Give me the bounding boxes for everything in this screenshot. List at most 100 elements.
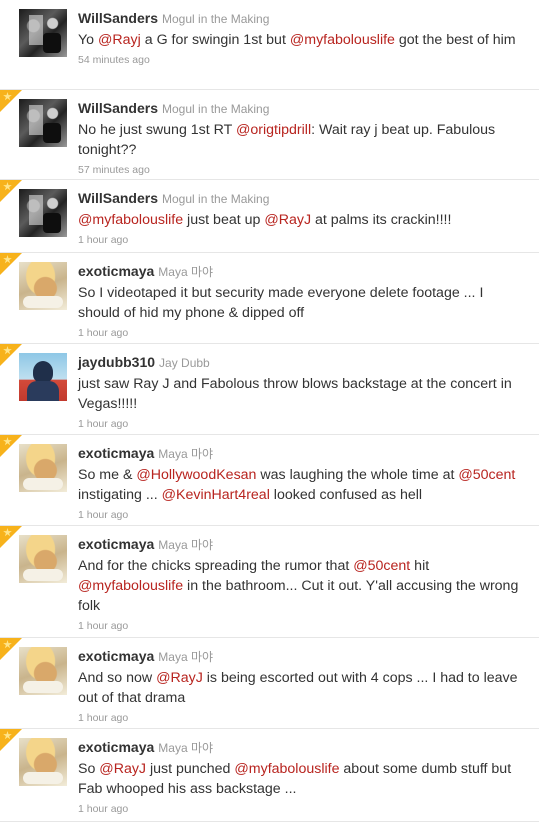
mention-link[interactable]: @RayJ [264, 212, 311, 228]
username-link[interactable]: WillSanders [78, 190, 158, 206]
tweet-text-segment: No he just swung 1st RT [78, 122, 236, 138]
willsanders-avatar[interactable] [19, 189, 67, 237]
tweet-item[interactable]: WillSanders Mogul in the Making No he just… [0, 90, 539, 180]
username-link[interactable]: WillSanders [78, 10, 158, 26]
tweet-text: And so now @RayJ is being escorted out w… [78, 668, 529, 708]
tweet-content: jaydubb310 Jay Dubb just saw Ray J and Fab… [78, 354, 529, 430]
tweet-text: And for the chicks spreading the rumor t… [78, 556, 529, 616]
username-link[interactable]: exoticmaya [78, 536, 154, 552]
username-link[interactable]: exoticmaya [78, 648, 154, 664]
timestamp-link[interactable]: 57 minutes ago [78, 164, 529, 176]
tweet-header: exoticmaya Maya 마야 [78, 648, 529, 666]
tweet-text-segment: So [78, 761, 100, 777]
exoticmaya-avatar[interactable] [19, 738, 67, 786]
tweet-text-segment: just beat up [183, 212, 265, 228]
tweet-content: exoticmaya Maya 마야 And so now @RayJ is bei… [78, 648, 529, 724]
tweet-text-segment: instigating ... [78, 487, 162, 503]
tweet-header: exoticmaya Maya 마야 [78, 263, 529, 281]
tweet-text: @myfabolouslife just beat up @RayJ at pa… [78, 210, 529, 230]
tweet-content: WillSanders Mogul in the Making No he just… [78, 100, 529, 176]
username-link[interactable]: exoticmaya [78, 739, 154, 755]
mention-link[interactable]: @KevinHart4real [162, 487, 270, 503]
timestamp-link[interactable]: 1 hour ago [78, 803, 529, 815]
tweet-text-segment: looked confused as hell [269, 487, 423, 503]
tweet-text-segment: at palms its crackin!!!! [311, 212, 452, 228]
jaydubb310-avatar[interactable] [19, 353, 67, 401]
full-name: Mogul in the Making [162, 192, 270, 206]
timestamp-link[interactable]: 1 hour ago [78, 509, 529, 521]
mention-link[interactable]: @myfabolouslife [234, 761, 339, 777]
exoticmaya-avatar[interactable] [19, 647, 67, 695]
mention-link[interactable]: @RayJ [99, 761, 146, 777]
tweet-content: exoticmaya Maya 마야 So me & @HollywoodKesan… [78, 445, 529, 521]
tweet-content: exoticmaya Maya 마야 And for the chicks spre… [78, 536, 529, 632]
tweet-text: Yo @Rayj a G for swingin 1st but @myfabo… [78, 30, 529, 50]
tweet-text-segment: was laughing the whole time at [256, 467, 459, 483]
mention-link[interactable]: @50cent [353, 558, 410, 574]
tweet-text-segment: just saw Ray J and Fabolous throw blows … [78, 376, 512, 412]
username-link[interactable]: WillSanders [78, 100, 158, 116]
timestamp-link[interactable]: 1 hour ago [78, 418, 529, 430]
mention-link[interactable]: @50cent [458, 467, 515, 483]
mention-link[interactable]: @HollywoodKesan [136, 467, 256, 483]
timestamp-link[interactable]: 54 minutes ago [78, 54, 529, 66]
tweet-header: exoticmaya Maya 마야 [78, 536, 529, 554]
tweet-feed: WillSanders Mogul in the Making Yo @Rayj a… [0, 0, 539, 822]
timestamp-link[interactable]: 1 hour ago [78, 712, 529, 724]
full-name: Maya 마야 [158, 741, 214, 755]
username-link[interactable]: jaydubb310 [78, 354, 155, 370]
mention-link[interactable]: @myfabolouslife [290, 32, 395, 48]
full-name: Maya 마야 [158, 447, 214, 461]
tweet-header: exoticmaya Maya 마야 [78, 445, 529, 463]
timestamp-link[interactable]: 1 hour ago [78, 234, 529, 246]
tweet-item[interactable]: exoticmaya Maya 마야 And so now @RayJ is bei… [0, 638, 539, 729]
tweet-content: WillSanders Mogul in the Making Yo @Rayj a… [78, 10, 529, 66]
exoticmaya-avatar[interactable] [19, 262, 67, 310]
tweet-item[interactable]: WillSanders Mogul in the Making Yo @Rayj a… [0, 0, 539, 90]
tweet-text: So I videotaped it but security made eve… [78, 283, 529, 323]
mention-link[interactable]: @myfabolouslife [78, 578, 183, 594]
full-name: Mogul in the Making [162, 12, 270, 26]
tweet-text-segment: And for the chicks spreading the rumor t… [78, 558, 354, 574]
tweet-header: WillSanders Mogul in the Making [78, 190, 529, 208]
willsanders-avatar[interactable] [19, 99, 67, 147]
tweet-text-segment: got the best of him [394, 32, 516, 48]
full-name: Maya 마야 [158, 265, 214, 279]
tweet-text-segment: just punched [146, 761, 235, 777]
full-name: Maya 마야 [158, 650, 214, 664]
tweet-item[interactable]: exoticmaya Maya 마야 And for the chicks spre… [0, 526, 539, 638]
tweet-item[interactable]: WillSanders Mogul in the Making @myfabolou… [0, 180, 539, 253]
tweet-item[interactable]: exoticmaya Maya 마야 So me & @HollywoodKesan… [0, 435, 539, 526]
willsanders-avatar[interactable] [19, 9, 67, 57]
timestamp-link[interactable]: 1 hour ago [78, 327, 529, 339]
tweet-content: WillSanders Mogul in the Making @myfabolou… [78, 190, 529, 246]
tweet-text-segment: Yo [78, 32, 98, 48]
mention-link[interactable]: @origtipdrill [236, 122, 311, 138]
tweet-item[interactable]: exoticmaya Maya 마야 So @RayJ just punched @… [0, 729, 539, 822]
username-link[interactable]: exoticmaya [78, 263, 154, 279]
mention-link[interactable]: @myfabolouslife [78, 212, 183, 228]
tweet-text: So @RayJ just punched @myfabolouslife ab… [78, 759, 529, 799]
tweet-text: No he just swung 1st RT @origtipdrill: W… [78, 120, 529, 160]
tweet-text-segment: And so now [78, 670, 157, 686]
timestamp-link[interactable]: 1 hour ago [78, 620, 529, 632]
tweet-text-segment: So me & [78, 467, 137, 483]
tweet-text-segment: hit [410, 558, 430, 574]
exoticmaya-avatar[interactable] [19, 535, 67, 583]
tweet-item[interactable]: jaydubb310 Jay Dubb just saw Ray J and Fab… [0, 344, 539, 435]
tweet-item[interactable]: exoticmaya Maya 마야 So I videotaped it but … [0, 253, 539, 344]
exoticmaya-avatar[interactable] [19, 444, 67, 492]
tweet-text: So me & @HollywoodKesan was laughing the… [78, 465, 529, 505]
full-name: Maya 마야 [158, 538, 214, 552]
mention-link[interactable]: @Rayj [98, 32, 141, 48]
mention-link[interactable]: @RayJ [156, 670, 203, 686]
username-link[interactable]: exoticmaya [78, 445, 154, 461]
full-name: Mogul in the Making [162, 102, 270, 116]
tweet-text-segment: a G for swingin 1st but [140, 32, 290, 48]
tweet-header: WillSanders Mogul in the Making [78, 10, 529, 28]
tweet-text: just saw Ray J and Fabolous throw blows … [78, 374, 529, 414]
tweet-text-segment: So I videotaped it but security made eve… [78, 285, 484, 321]
tweet-header: WillSanders Mogul in the Making [78, 100, 529, 118]
tweet-header: jaydubb310 Jay Dubb [78, 354, 529, 372]
full-name: Jay Dubb [159, 356, 210, 370]
